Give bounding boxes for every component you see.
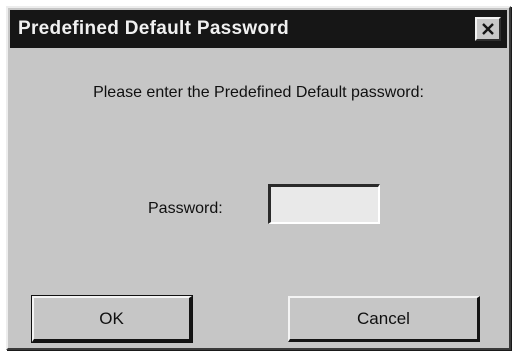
window-title: Predefined Default Password bbox=[18, 18, 290, 39]
prompt-text: Please enter the Predefined Default pass… bbox=[93, 84, 424, 101]
ok-button[interactable]: OK bbox=[31, 295, 193, 343]
title-bar[interactable]: Predefined Default Password bbox=[10, 10, 507, 48]
password-label: Password: bbox=[148, 200, 223, 217]
close-icon bbox=[481, 23, 495, 35]
cancel-button[interactable]: Cancel bbox=[288, 296, 480, 342]
ok-button-label: OK bbox=[99, 308, 124, 328]
cancel-button-label: Cancel bbox=[357, 308, 410, 328]
password-input[interactable] bbox=[268, 184, 380, 224]
password-dialog: Predefined Default Password Please enter… bbox=[6, 6, 511, 350]
close-button[interactable] bbox=[475, 17, 501, 41]
